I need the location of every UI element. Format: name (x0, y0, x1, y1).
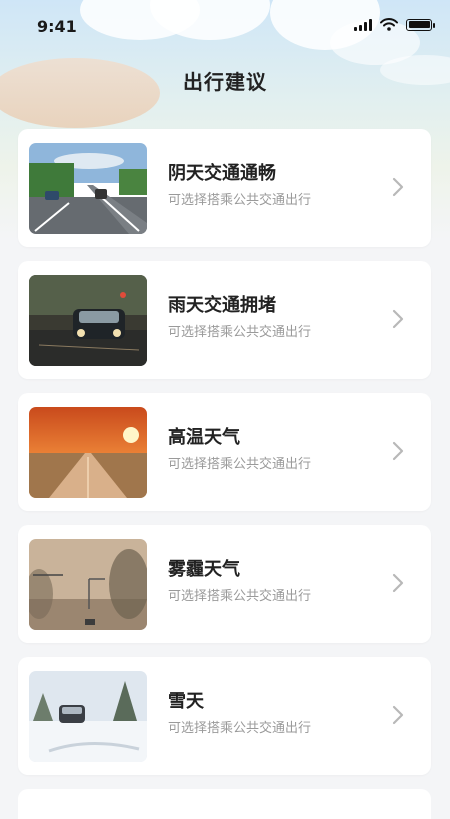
advice-card-partial[interactable] (18, 789, 431, 819)
card-subtitle: 可选择搭乘公共交通出行 (168, 721, 312, 736)
card-title: 雨天交通拥堵 (168, 295, 276, 316)
card-subtitle: 可选择搭乘公共交通出行 (168, 457, 312, 472)
chevron-right-icon (392, 441, 404, 461)
highway-overcast-image (29, 143, 147, 234)
advice-list: 阴天交通通畅 可选择搭乘公共交通出行 雨天交通拥堵 可选择搭乘公共交通出行 高温… (18, 129, 431, 819)
cellular-signal-icon (354, 18, 372, 31)
status-bar: 9:41 (0, 0, 450, 54)
snowy-road-car-image (29, 671, 147, 762)
chevron-right-icon (392, 573, 404, 593)
card-subtitle: 可选择搭乘公共交通出行 (168, 589, 312, 604)
card-title: 高温天气 (168, 427, 240, 448)
card-subtitle: 可选择搭乘公共交通出行 (168, 325, 312, 340)
card-subtitle: 可选择搭乘公共交通出行 (168, 193, 312, 208)
wifi-icon (380, 18, 398, 31)
page-title: 出行建议 (183, 70, 267, 94)
advice-card[interactable]: 雨天交通拥堵 可选择搭乘公共交通出行 (18, 261, 431, 379)
rainy-street-car-image (29, 275, 147, 366)
advice-card[interactable]: 阴天交通通畅 可选择搭乘公共交通出行 (18, 129, 431, 247)
card-title: 阴天交通通畅 (168, 163, 276, 184)
advice-card[interactable]: 雪天 可选择搭乘公共交通出行 (18, 657, 431, 775)
advice-card[interactable]: 雾霾天气 可选择搭乘公共交通出行 (18, 525, 431, 643)
battery-icon (406, 18, 435, 31)
chevron-right-icon (392, 177, 404, 197)
advice-card[interactable]: 高温天气 可选择搭乘公共交通出行 (18, 393, 431, 511)
chevron-right-icon (392, 309, 404, 329)
hot-sunset-road-image (29, 407, 147, 498)
status-time: 9:41 (37, 17, 77, 36)
smoggy-intersection-image (29, 539, 147, 630)
card-title: 雾霾天气 (168, 559, 240, 580)
card-title: 雪天 (168, 691, 204, 712)
chevron-right-icon (392, 705, 404, 725)
